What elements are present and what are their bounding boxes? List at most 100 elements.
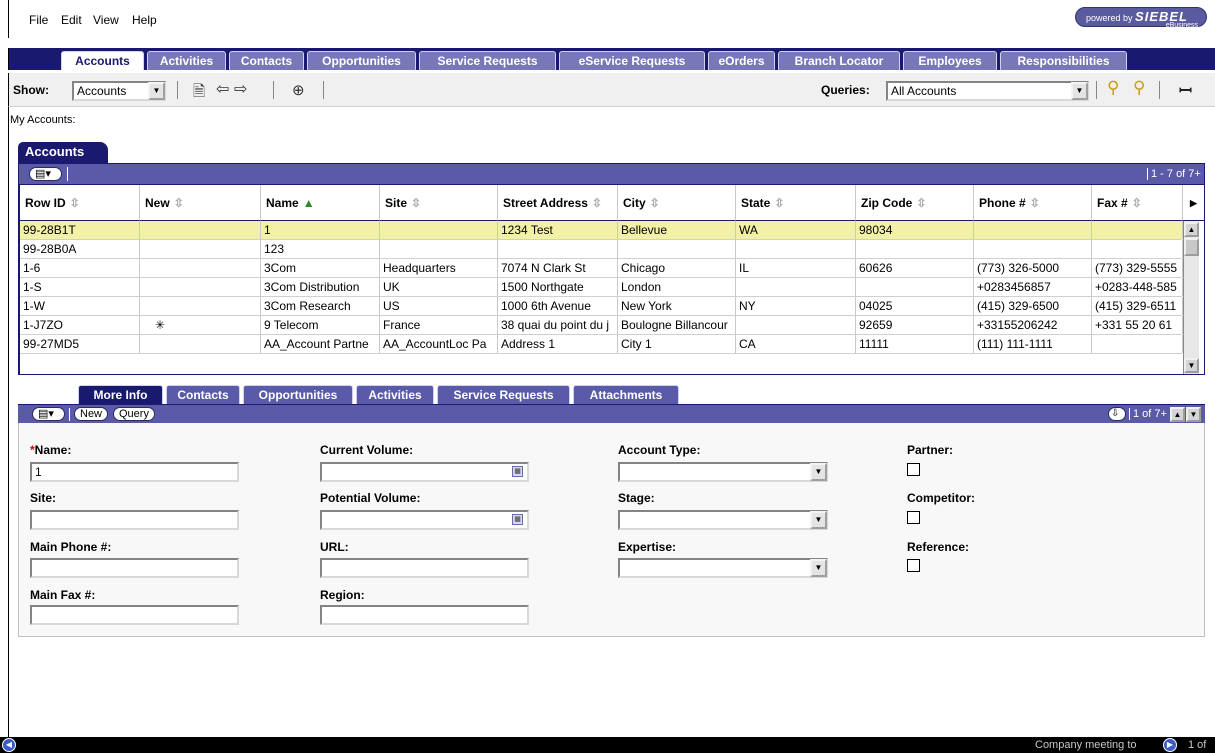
cell-city[interactable]: New York xyxy=(618,297,736,315)
region-field[interactable] xyxy=(320,605,529,625)
cell-city[interactable]: Bellevue xyxy=(618,221,736,239)
cell-state[interactable]: NY xyxy=(736,297,856,315)
cell-state[interactable] xyxy=(736,278,856,296)
tab-form-opportunities[interactable]: Opportunities xyxy=(243,385,353,405)
tab-service-requests[interactable]: Service Requests xyxy=(419,51,556,70)
calculator-icon[interactable]: ▦ xyxy=(512,514,523,525)
binoculars-icon[interactable]: ꟷ xyxy=(1179,79,1192,101)
cell-street[interactable]: 7074 N Clark St xyxy=(498,259,618,277)
site-field[interactable] xyxy=(30,510,239,530)
cell-name[interactable]: 9 Telecom xyxy=(261,316,380,334)
main-phone-field[interactable] xyxy=(30,558,239,578)
cell-fax[interactable] xyxy=(1092,240,1183,258)
menu-help[interactable]: Help xyxy=(132,13,157,27)
table-row[interactable]: 99-27MD5 AA_Account Partne AA_AccountLoc P… xyxy=(20,335,1183,354)
new-button[interactable]: New xyxy=(74,407,109,421)
forward-arrow-icon[interactable]: ⇨ xyxy=(234,79,247,99)
column-header-state[interactable]: State ⇳ xyxy=(736,185,856,221)
cell-zip[interactable]: 98034 xyxy=(856,221,974,239)
tab-responsibilities[interactable]: Responsibilities xyxy=(1000,51,1127,70)
cell-row-id[interactable]: 99-27MD5 xyxy=(20,335,140,353)
tab-activities[interactable]: Activities xyxy=(147,51,226,70)
cell-fax[interactable]: +331 55 20 61 xyxy=(1092,316,1183,334)
account-type-dropdown[interactable]: ▼ xyxy=(618,462,828,482)
cell-city[interactable]: Boulogne Billancour xyxy=(618,316,736,334)
menu-file[interactable]: File xyxy=(29,13,48,27)
record-nav-icon[interactable]: ⇩ xyxy=(1108,407,1126,421)
chevron-down-icon[interactable]: ▼ xyxy=(148,82,165,100)
column-header-city[interactable]: City ⇳ xyxy=(618,185,736,221)
applet-menu-button[interactable]: ▤▾ xyxy=(29,167,62,181)
cell-state[interactable] xyxy=(736,240,856,258)
cell-city[interactable]: Chicago xyxy=(618,259,736,277)
tab-branch-locator[interactable]: Branch Locator xyxy=(778,51,900,70)
chevron-down-icon[interactable]: ▼ xyxy=(810,463,827,481)
table-row[interactable]: 99-28B1T 1 1234 Test Bellevue WA 98034 xyxy=(20,221,1183,240)
tab-opportunities[interactable]: Opportunities xyxy=(307,51,416,70)
show-dropdown[interactable]: Accounts ▼ xyxy=(72,81,166,101)
table-row[interactable]: 99-28B0A 123 xyxy=(20,240,1183,259)
scroll-up-icon[interactable]: ▲ xyxy=(1184,222,1199,237)
current-volume-field[interactable]: ▦ xyxy=(320,462,529,482)
cell-site[interactable] xyxy=(380,240,498,258)
cell-zip[interactable]: 04025 xyxy=(856,297,974,315)
cell-name[interactable]: AA_Account Partne xyxy=(261,335,380,353)
cell-street[interactable]: 1500 Northgate xyxy=(498,278,618,296)
cell-phone[interactable]: +0283456857 xyxy=(974,278,1092,296)
previous-record-icon[interactable]: ▲ xyxy=(1170,407,1185,422)
cell-fax[interactable] xyxy=(1092,221,1183,239)
cell-row-id[interactable]: 1-6 xyxy=(20,259,140,277)
cell-zip[interactable] xyxy=(856,240,974,258)
reference-checkbox[interactable] xyxy=(907,559,920,572)
scroll-thumb[interactable] xyxy=(1184,238,1199,256)
column-header-phone[interactable]: Phone # ⇳ xyxy=(974,185,1092,221)
back-arrow-icon[interactable]: ⇦ xyxy=(216,79,229,99)
cell-street[interactable] xyxy=(498,240,618,258)
column-header-site[interactable]: Site ⇳ xyxy=(380,185,498,221)
cell-name[interactable]: 1 xyxy=(261,221,380,239)
cell-site[interactable] xyxy=(380,221,498,239)
cell-name[interactable]: 3Com xyxy=(261,259,380,277)
tab-accounts[interactable]: Accounts xyxy=(61,51,144,70)
next-record-icon[interactable]: ▼ xyxy=(1186,407,1201,422)
main-fax-field[interactable] xyxy=(30,605,239,625)
cell-street[interactable]: 1234 Test xyxy=(498,221,618,239)
cell-state[interactable]: IL xyxy=(736,259,856,277)
tab-form-contacts[interactable]: Contacts xyxy=(166,385,240,405)
table-row[interactable]: 1-S 3Com Distribution UK 1500 Northgate Lond… xyxy=(20,278,1183,297)
tab-form-activities[interactable]: Activities xyxy=(356,385,434,405)
cell-row-id[interactable]: 99-28B1T xyxy=(20,221,140,239)
cell-phone[interactable]: (773) 326-5000 xyxy=(974,259,1092,277)
tab-form-service-requests[interactable]: Service Requests xyxy=(437,385,570,405)
cell-row-id[interactable]: 1-S xyxy=(20,278,140,296)
cell-fax[interactable]: (415) 329-6511 xyxy=(1092,297,1183,315)
column-header-row-id[interactable]: Row ID ⇳ xyxy=(20,185,140,221)
competitor-checkbox[interactable] xyxy=(907,511,920,524)
cell-phone[interactable]: (415) 329-6500 xyxy=(974,297,1092,315)
tab-employees[interactable]: Employees xyxy=(903,51,997,70)
cell-zip[interactable] xyxy=(856,278,974,296)
url-field[interactable] xyxy=(320,558,529,578)
cell-site[interactable]: US xyxy=(380,297,498,315)
column-header-new[interactable]: New ⇳ xyxy=(140,185,261,221)
new-query-icon[interactable]: ⚲ xyxy=(1107,78,1119,98)
cell-phone[interactable]: +33155206242 xyxy=(974,316,1092,334)
cell-city[interactable]: London xyxy=(618,278,736,296)
cell-zip[interactable]: 92659 xyxy=(856,316,974,334)
table-row[interactable]: 1-J7ZO ✳ 9 Telecom France 38 quai du point d… xyxy=(20,316,1183,335)
form-menu-button[interactable]: ▤▾ xyxy=(32,407,65,421)
cell-site[interactable]: AA_AccountLoc Pa xyxy=(380,335,498,353)
column-header-fax[interactable]: Fax # ⇳ xyxy=(1092,185,1183,221)
cell-state[interactable]: CA xyxy=(736,335,856,353)
cell-zip[interactable]: 60626 xyxy=(856,259,974,277)
scroll-right-icon[interactable]: ▶ xyxy=(1183,185,1205,221)
cell-city[interactable] xyxy=(618,240,736,258)
cell-phone[interactable] xyxy=(974,240,1092,258)
stage-dropdown[interactable]: ▼ xyxy=(618,510,828,530)
cell-row-id[interactable]: 1-J7ZO xyxy=(20,316,140,334)
cell-state[interactable] xyxy=(736,316,856,334)
document-icon[interactable]: 🗎 xyxy=(193,81,205,106)
cell-name[interactable]: 3Com Research xyxy=(261,297,380,315)
cell-name[interactable]: 123 xyxy=(261,240,380,258)
cell-street[interactable]: Address 1 xyxy=(498,335,618,353)
